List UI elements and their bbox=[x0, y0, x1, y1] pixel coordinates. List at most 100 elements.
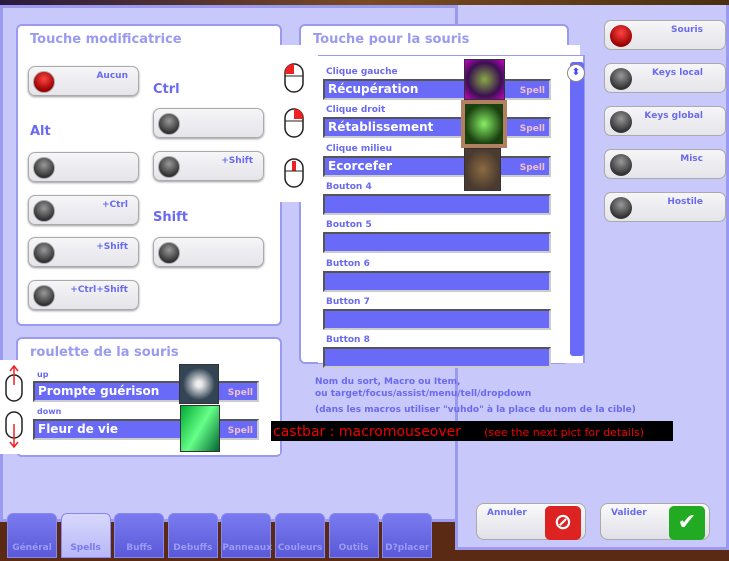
led-icon bbox=[33, 200, 55, 222]
binding-type: Spell bbox=[519, 86, 545, 96]
ok-label: Valider bbox=[611, 508, 647, 518]
tab-label: Buffs bbox=[126, 543, 153, 553]
led-icon bbox=[158, 113, 180, 135]
mouse-row-label: Bouton 4 bbox=[326, 182, 372, 192]
side-button[interactable]: Keys global bbox=[604, 106, 726, 136]
mouse-middle-click-icon bbox=[283, 155, 305, 189]
wheel-up-label: up bbox=[37, 370, 49, 379]
mouse-row-label: Button 8 bbox=[326, 335, 370, 345]
led-icon bbox=[33, 157, 55, 179]
binding-value: Récupération bbox=[328, 82, 419, 96]
led-icon bbox=[610, 197, 632, 219]
wheel-up-binding[interactable]: Prompte guérison Spell bbox=[33, 381, 259, 402]
wheel-down-icon bbox=[3, 410, 25, 449]
side-button[interactable]: Hostile bbox=[604, 192, 726, 222]
led-icon bbox=[610, 111, 632, 133]
mouse-row-binding[interactable] bbox=[323, 271, 551, 292]
tab-label: D?placer bbox=[385, 543, 430, 553]
side-button[interactable]: Souris bbox=[604, 20, 726, 50]
led-icon bbox=[33, 71, 55, 93]
toggle-alt-ctrl-shift[interactable]: +Ctrl+Shift bbox=[28, 280, 139, 310]
mouse-row-binding[interactable] bbox=[323, 347, 551, 368]
toggle-shift[interactable] bbox=[153, 237, 264, 267]
ok-button[interactable]: Valider ✔ bbox=[600, 503, 710, 540]
modifier-panel-title: Touche modificatrice bbox=[30, 32, 182, 47]
mouse-row-label: Button 7 bbox=[326, 297, 370, 307]
led-icon bbox=[158, 242, 180, 264]
mouse-row-binding[interactable] bbox=[323, 194, 551, 215]
toggle-label: +Ctrl+Shift bbox=[70, 285, 128, 295]
side-button-label: Souris bbox=[671, 25, 703, 35]
side-button-label: Keys local bbox=[651, 68, 703, 78]
spell-retablissement-icon bbox=[461, 100, 507, 148]
toggle-label: +Shift bbox=[96, 242, 128, 252]
mouse-row-binding[interactable]: Ecorcefer Spell bbox=[323, 156, 551, 177]
side-button[interactable]: Keys local bbox=[604, 63, 726, 93]
scrollbar[interactable] bbox=[570, 62, 584, 356]
cancel-button[interactable]: Annuler ⊘ bbox=[476, 503, 586, 540]
led-icon bbox=[33, 285, 55, 307]
led-icon bbox=[33, 242, 55, 264]
ctrl-section-label: Ctrl bbox=[153, 82, 180, 97]
spell-recuperation-icon bbox=[464, 59, 505, 100]
tab-label: Général bbox=[12, 543, 52, 553]
side-button[interactable]: Misc bbox=[604, 149, 726, 179]
mouse-row-label: Bouton 5 bbox=[326, 220, 372, 230]
toggle-alt[interactable] bbox=[28, 152, 139, 182]
side-button-label: Hostile bbox=[667, 197, 703, 207]
shift-section-label: Shift bbox=[153, 210, 188, 225]
tab[interactable]: D?placer bbox=[382, 513, 433, 558]
tab[interactable]: Général bbox=[7, 513, 57, 558]
toggle-none[interactable]: Aucun bbox=[28, 66, 139, 96]
mouse-row-label: Clique gauche bbox=[326, 67, 398, 77]
wheel-up-icon bbox=[3, 364, 25, 402]
toggle-alt-ctrl[interactable]: +Ctrl bbox=[28, 195, 139, 225]
wheel-down-label: down bbox=[37, 407, 62, 416]
toggle-ctrl[interactable] bbox=[153, 108, 264, 138]
mouse-left-click-icon bbox=[283, 60, 305, 94]
side-button-label: Keys global bbox=[644, 111, 703, 121]
tab[interactable]: Panneaux bbox=[221, 513, 273, 558]
binding-type: Spell bbox=[519, 163, 545, 173]
tab[interactable]: Spells bbox=[60, 513, 111, 558]
spell-prompte-guerison-icon bbox=[179, 364, 219, 404]
annotation-main: castbar : macromouseover bbox=[273, 424, 462, 440]
cancel-icon: ⊘ bbox=[545, 506, 581, 540]
spell-ecorcefer-icon bbox=[464, 148, 501, 191]
binding-value: Fleur de vie bbox=[38, 422, 119, 436]
binding-type: Spell bbox=[227, 388, 253, 398]
cancel-label: Annuler bbox=[487, 508, 527, 518]
tab[interactable]: Debuffs bbox=[167, 513, 218, 558]
scroll-thumb-icon[interactable]: ⬍ bbox=[567, 64, 585, 82]
toggle-alt-shift[interactable]: +Shift bbox=[28, 237, 139, 267]
tab-label: Couleurs bbox=[277, 543, 323, 553]
mouse-row-binding[interactable] bbox=[323, 232, 551, 253]
spell-fleur-de-vie-icon bbox=[180, 405, 220, 452]
led-icon bbox=[158, 156, 180, 178]
binding-type: Spell bbox=[227, 426, 253, 436]
tab[interactable]: Outils bbox=[328, 513, 379, 558]
mouse-row-binding[interactable] bbox=[323, 309, 551, 330]
led-icon bbox=[610, 25, 632, 47]
wheel-down-binding[interactable]: Fleur de vie Spell bbox=[33, 419, 259, 440]
tab[interactable]: Couleurs bbox=[275, 513, 325, 558]
binding-type: Spell bbox=[519, 124, 545, 134]
side-button-label: Misc bbox=[680, 154, 703, 164]
checkmark-icon: ✔ bbox=[669, 506, 705, 540]
alt-section-label: Alt bbox=[30, 124, 51, 139]
binding-value: Ecorcefer bbox=[328, 159, 393, 173]
hint-line-2: ou target/focus/assist/menu/tell/dropdow… bbox=[315, 389, 532, 399]
castbar-annotation: castbar : macromouseover (see the next p… bbox=[271, 421, 673, 441]
tab-label: Spells bbox=[70, 543, 101, 553]
toggle-ctrl-shift[interactable]: +Shift bbox=[153, 151, 264, 181]
tab-label: Debuffs bbox=[173, 543, 213, 553]
mouse-row-binding[interactable]: Récupération Spell bbox=[323, 79, 551, 100]
mouse-row-label: Clique milieu bbox=[326, 144, 393, 154]
binding-value: Prompte guérison bbox=[38, 384, 160, 398]
tab[interactable]: Buffs bbox=[114, 513, 165, 558]
mouse-row-binding[interactable]: Rétablissement Spell bbox=[323, 117, 551, 138]
tab-label: Panneaux bbox=[222, 543, 273, 553]
hint-line-1: Nom du sort, Macro ou Item, bbox=[315, 377, 461, 387]
hint-line-3: (dans les macros utiliser "vuhdo" à la p… bbox=[315, 405, 636, 415]
wheel-panel-title: roulette de la souris bbox=[30, 345, 179, 360]
